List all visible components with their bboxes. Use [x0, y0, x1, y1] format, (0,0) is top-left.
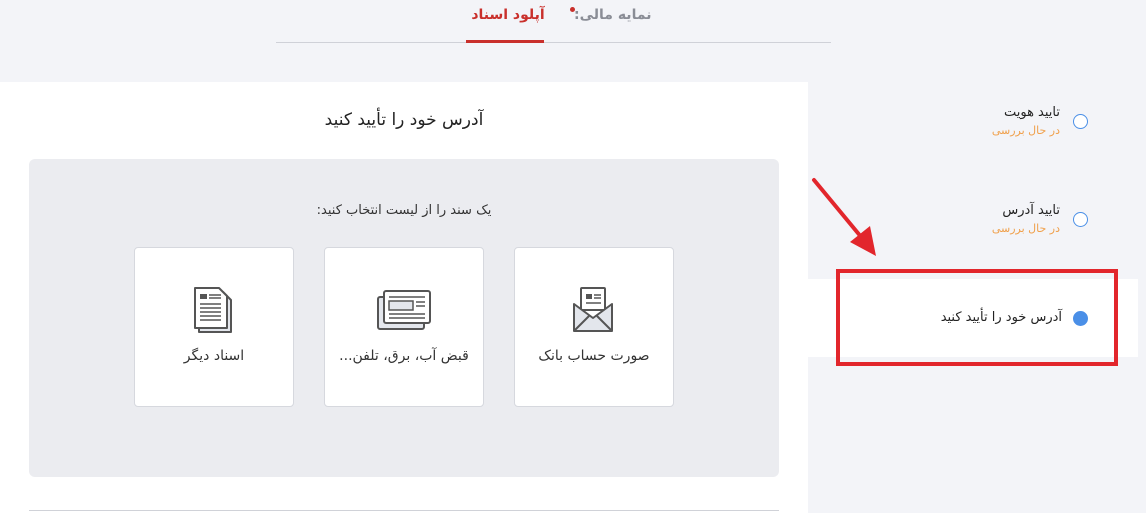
- other-documents-card[interactable]: اسناد دیگر: [134, 247, 294, 407]
- utility-bill-card[interactable]: قبض آب، برق، تلفن...: [324, 247, 484, 407]
- highlight-box: [836, 269, 1118, 366]
- step-address[interactable]: تایید آدرس در حال بررسی: [960, 203, 1060, 235]
- document-icon: [194, 287, 232, 333]
- arrow-annotation-icon: [812, 178, 876, 256]
- page-title: آدرس خود را تأیید کنید: [324, 110, 484, 130]
- bank-statement-card[interactable]: صورت حساب بانک: [514, 247, 674, 407]
- step-address-radio[interactable]: [1073, 212, 1088, 227]
- tab-financial-profile[interactable]: نمایه مالی:: [574, 7, 651, 23]
- step-address-title: تایید آدرس: [1002, 203, 1060, 218]
- step-identity-radio[interactable]: [1073, 114, 1088, 129]
- utility-bill-label: قبض آب، برق، تلفن...: [339, 348, 469, 364]
- bill-icon: [377, 290, 431, 330]
- step-identity[interactable]: تایید هویت در حال بررسی: [960, 105, 1060, 137]
- select-prompt: یک سند را از لیست انتخاب کنید:: [316, 203, 492, 218]
- document-select-panel: یک سند را از لیست انتخاب کنید: صورت حساب…: [29, 159, 779, 477]
- notification-dot: [570, 7, 575, 12]
- active-tab-indicator: [466, 40, 544, 43]
- tabs-bar: آپلود اسناد نمایه مالی:: [276, 0, 831, 43]
- divider: [29, 510, 779, 511]
- step-address-status: در حال بررسی: [991, 222, 1060, 235]
- other-documents-label: اسناد دیگر: [183, 348, 245, 364]
- step-identity-status: در حال بررسی: [991, 124, 1060, 137]
- envelope-icon: [573, 287, 613, 332]
- step-identity-title: تایید هویت: [1003, 105, 1060, 120]
- main-card: آدرس خود را تأیید کنید یک سند را از لیست…: [0, 82, 808, 513]
- tab-upload-documents[interactable]: آپلود اسناد: [470, 7, 546, 43]
- bank-statement-label: صورت حساب بانک: [538, 348, 650, 364]
